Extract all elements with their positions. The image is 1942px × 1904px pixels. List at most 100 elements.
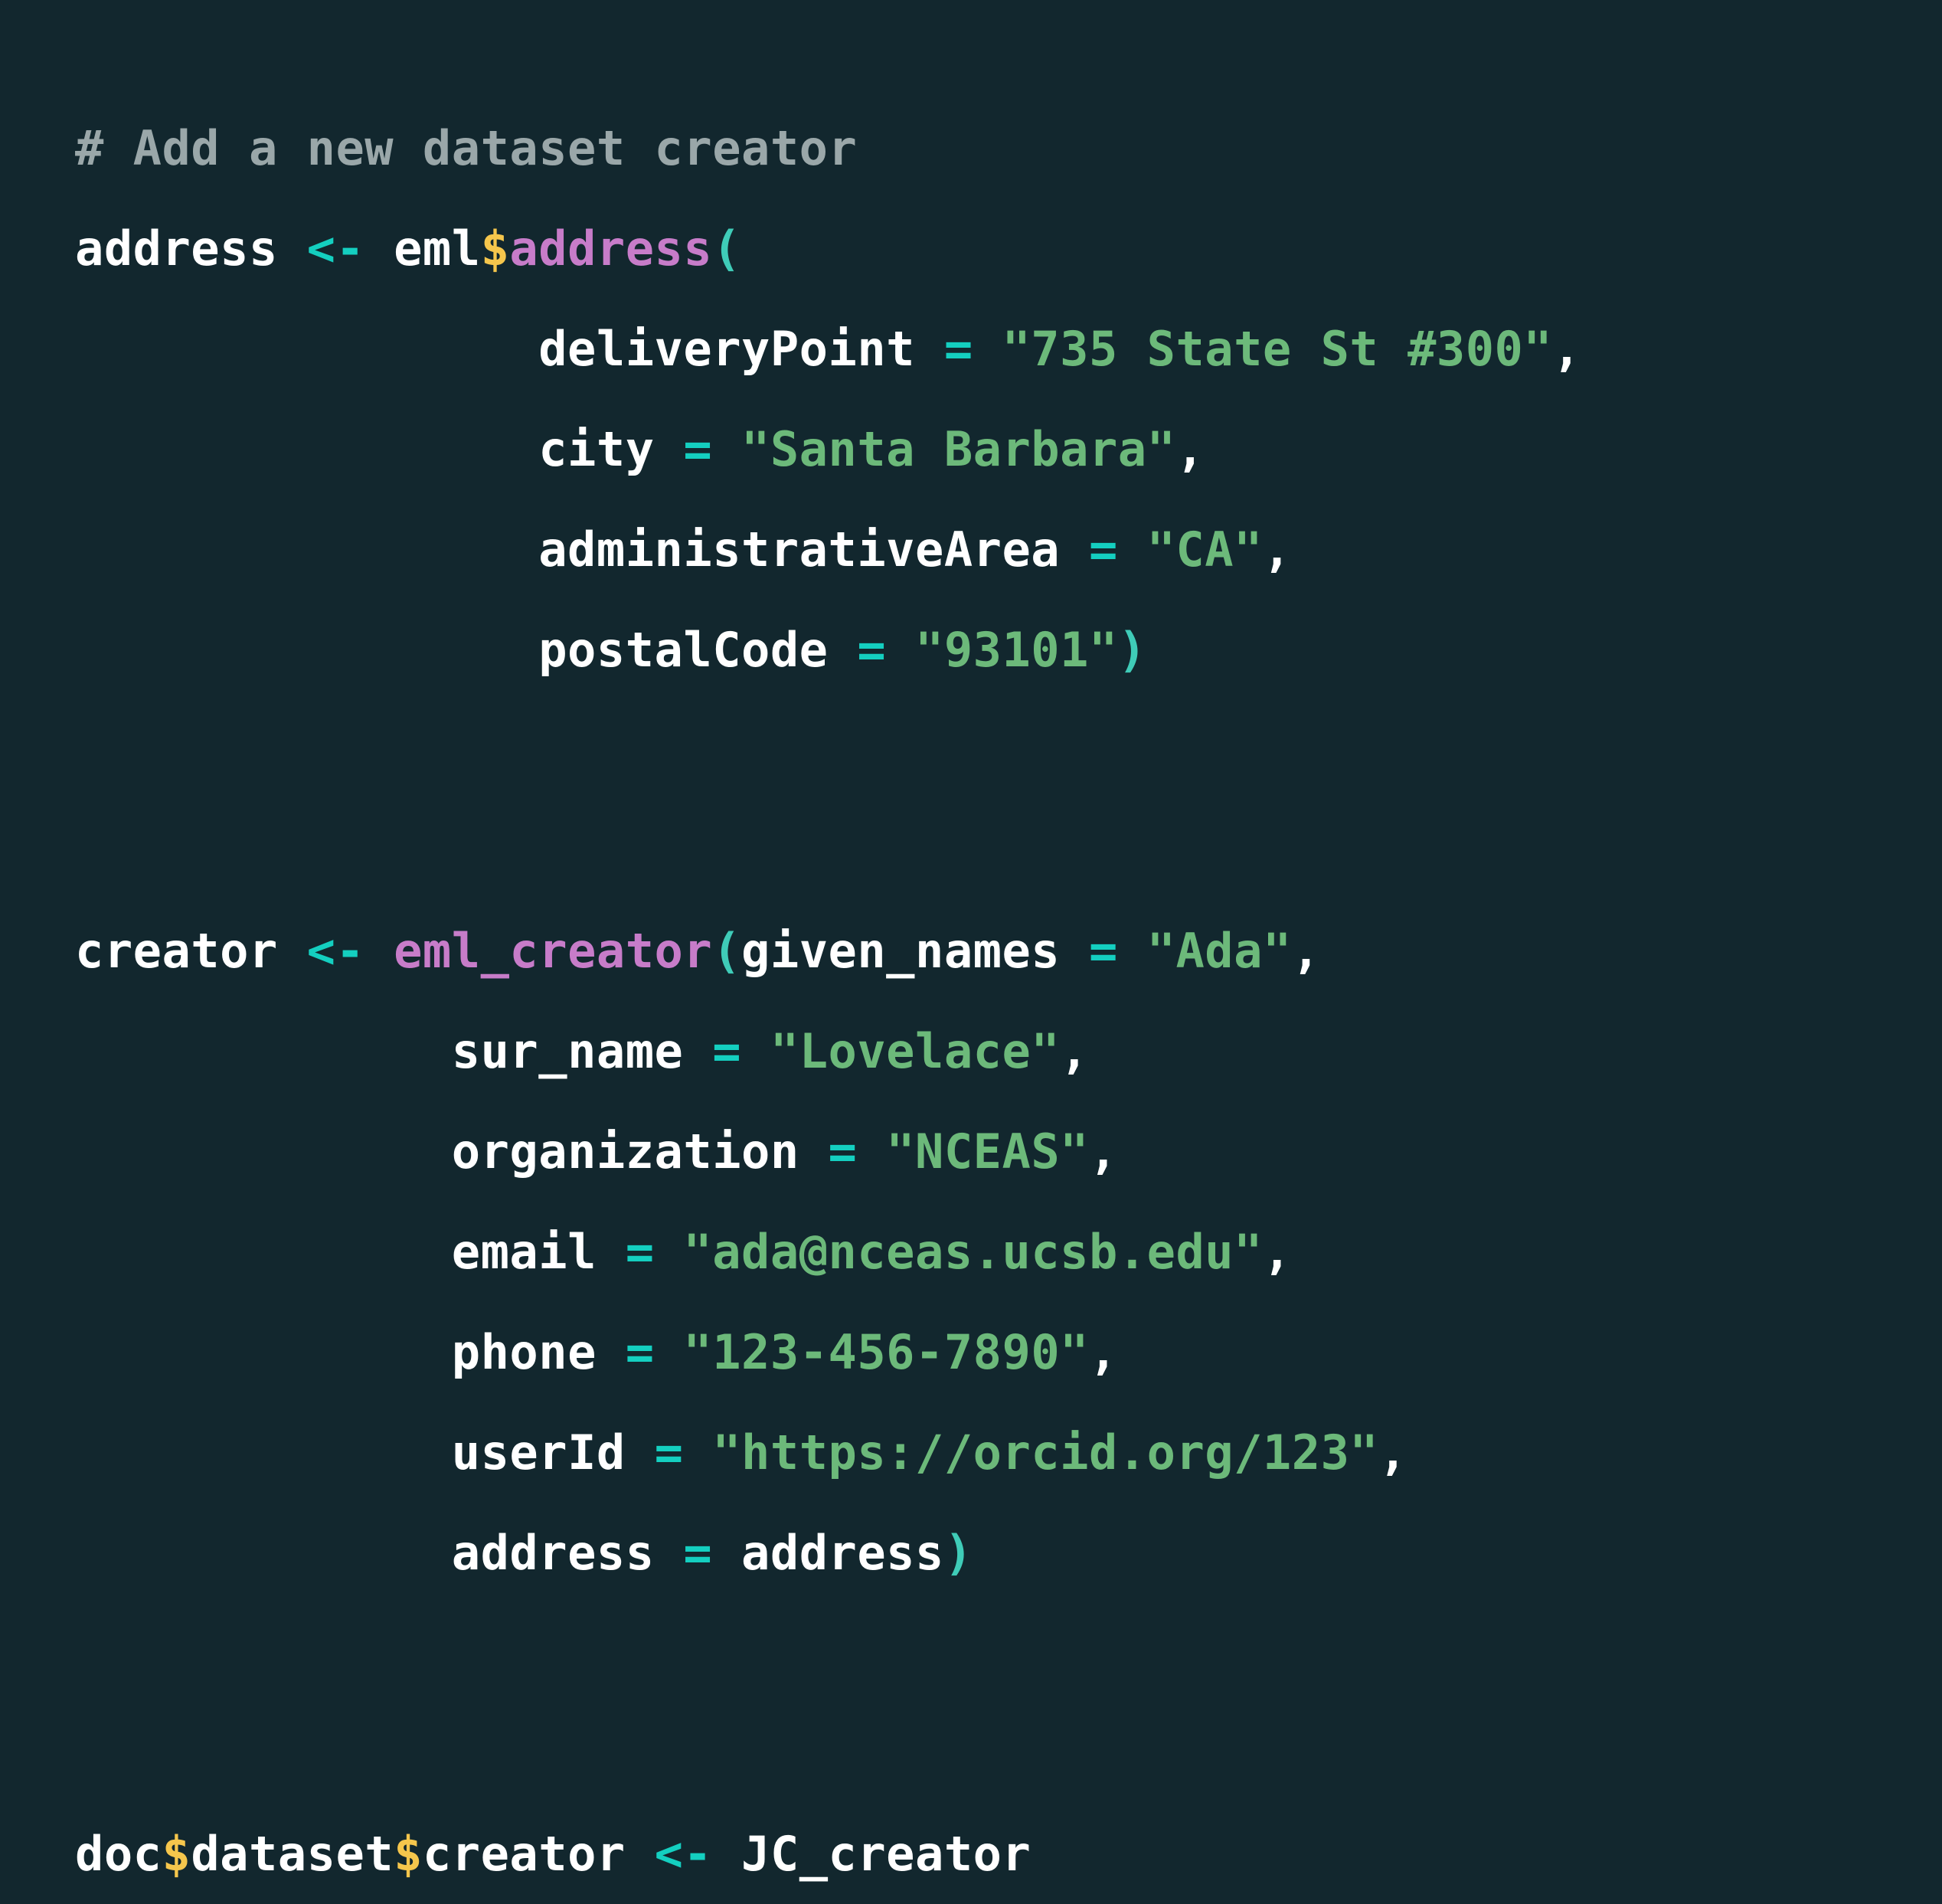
code-line: address = address) (75, 1503, 1942, 1603)
code-token-arg: postalCode (538, 622, 829, 678)
code-token-var: JC_creator (741, 1826, 1031, 1882)
code-token-var: address (75, 221, 278, 276)
code-token-punct: , (1060, 1023, 1089, 1079)
code-token-string: "93101" (915, 622, 1118, 678)
code-token-arg: administrativeArea (538, 522, 1061, 577)
code-token-eq: = (1088, 923, 1118, 979)
code-token-string: "ada@nceas.ucsb.edu" (683, 1224, 1263, 1280)
code-token-string: "123-456-7890" (683, 1324, 1089, 1380)
code-token-string: "CA" (1146, 522, 1263, 577)
code-token-var: creator (422, 1826, 626, 1882)
code-token-eq: = (625, 1324, 655, 1380)
code-line: deliveryPoint = "735 State St #300", (75, 299, 1942, 399)
code-line: organization = "NCEAS", (75, 1101, 1942, 1202)
code-token-arg: sur_name (451, 1023, 684, 1079)
code-block: # Add a new dataset creator address <- em… (0, 0, 1942, 1882)
code-token-comment: # Add a new dataset creator (75, 120, 858, 176)
code-token-dollar: $ (394, 1826, 423, 1882)
code-line: creator <- eml_creator(given_names = "Ad… (75, 901, 1942, 1001)
code-line: postalCode = "93101") (75, 600, 1942, 700)
code-token-punct: , (1088, 1324, 1118, 1380)
code-token-arg: city (538, 421, 655, 477)
code-token-string: "Lovelace" (770, 1023, 1061, 1079)
code-token-arg: given_names (741, 923, 1061, 979)
code-line: address <- eml$address( (75, 198, 1942, 299)
code-token-eq: = (857, 622, 887, 678)
code-token-arg: address (451, 1525, 655, 1581)
code-token-punct: , (1175, 421, 1205, 477)
code-token-var: doc (75, 1826, 162, 1882)
code-token-eq: = (943, 321, 973, 377)
code-token-string: "https://orcid.org/123" (712, 1425, 1379, 1480)
code-token-string: "NCEAS" (886, 1124, 1089, 1179)
code-token-var: dataset (191, 1826, 394, 1882)
code-line: city = "Santa Barbara", (75, 399, 1942, 499)
code-token-punct: , (1088, 1124, 1118, 1179)
code-token-eq: = (712, 1023, 742, 1079)
code-token-paren: ) (943, 1525, 973, 1581)
code-token-arg: phone (451, 1324, 597, 1380)
code-token-eq: = (625, 1224, 655, 1280)
code-line: userId = "https://orcid.org/123", (75, 1402, 1942, 1503)
code-token-string: "Santa Barbara" (741, 421, 1176, 477)
code-token-var: address (741, 1525, 944, 1581)
code-token-var: eml (394, 221, 481, 276)
code-token-func: eml_creator (394, 923, 713, 979)
code-token-punct: , (1262, 522, 1292, 577)
code-token-arg: organization (451, 1124, 799, 1179)
code-token-paren: ( (712, 221, 742, 276)
code-token-eq: = (828, 1124, 858, 1179)
code-token-arg: deliveryPoint (538, 321, 915, 377)
code-line: doc$dataset$creator <- JC_creator (75, 1804, 1942, 1904)
code-line: phone = "123-456-7890", (75, 1302, 1942, 1402)
code-token-string: "Ada" (1146, 923, 1292, 979)
code-token-paren: ( (712, 923, 742, 979)
code-token-var: creator (75, 923, 278, 979)
code-token-eq: = (683, 421, 713, 477)
code-token-assign: <- (306, 221, 365, 276)
code-token-dollar: $ (480, 221, 510, 276)
code-line: sur_name = "Lovelace", (75, 1001, 1942, 1101)
code-token-punct: , (1378, 1425, 1408, 1480)
code-token-string: "735 State St #300" (1002, 321, 1553, 377)
code-token-eq: = (1088, 522, 1118, 577)
code-token-punct: , (1291, 923, 1321, 979)
